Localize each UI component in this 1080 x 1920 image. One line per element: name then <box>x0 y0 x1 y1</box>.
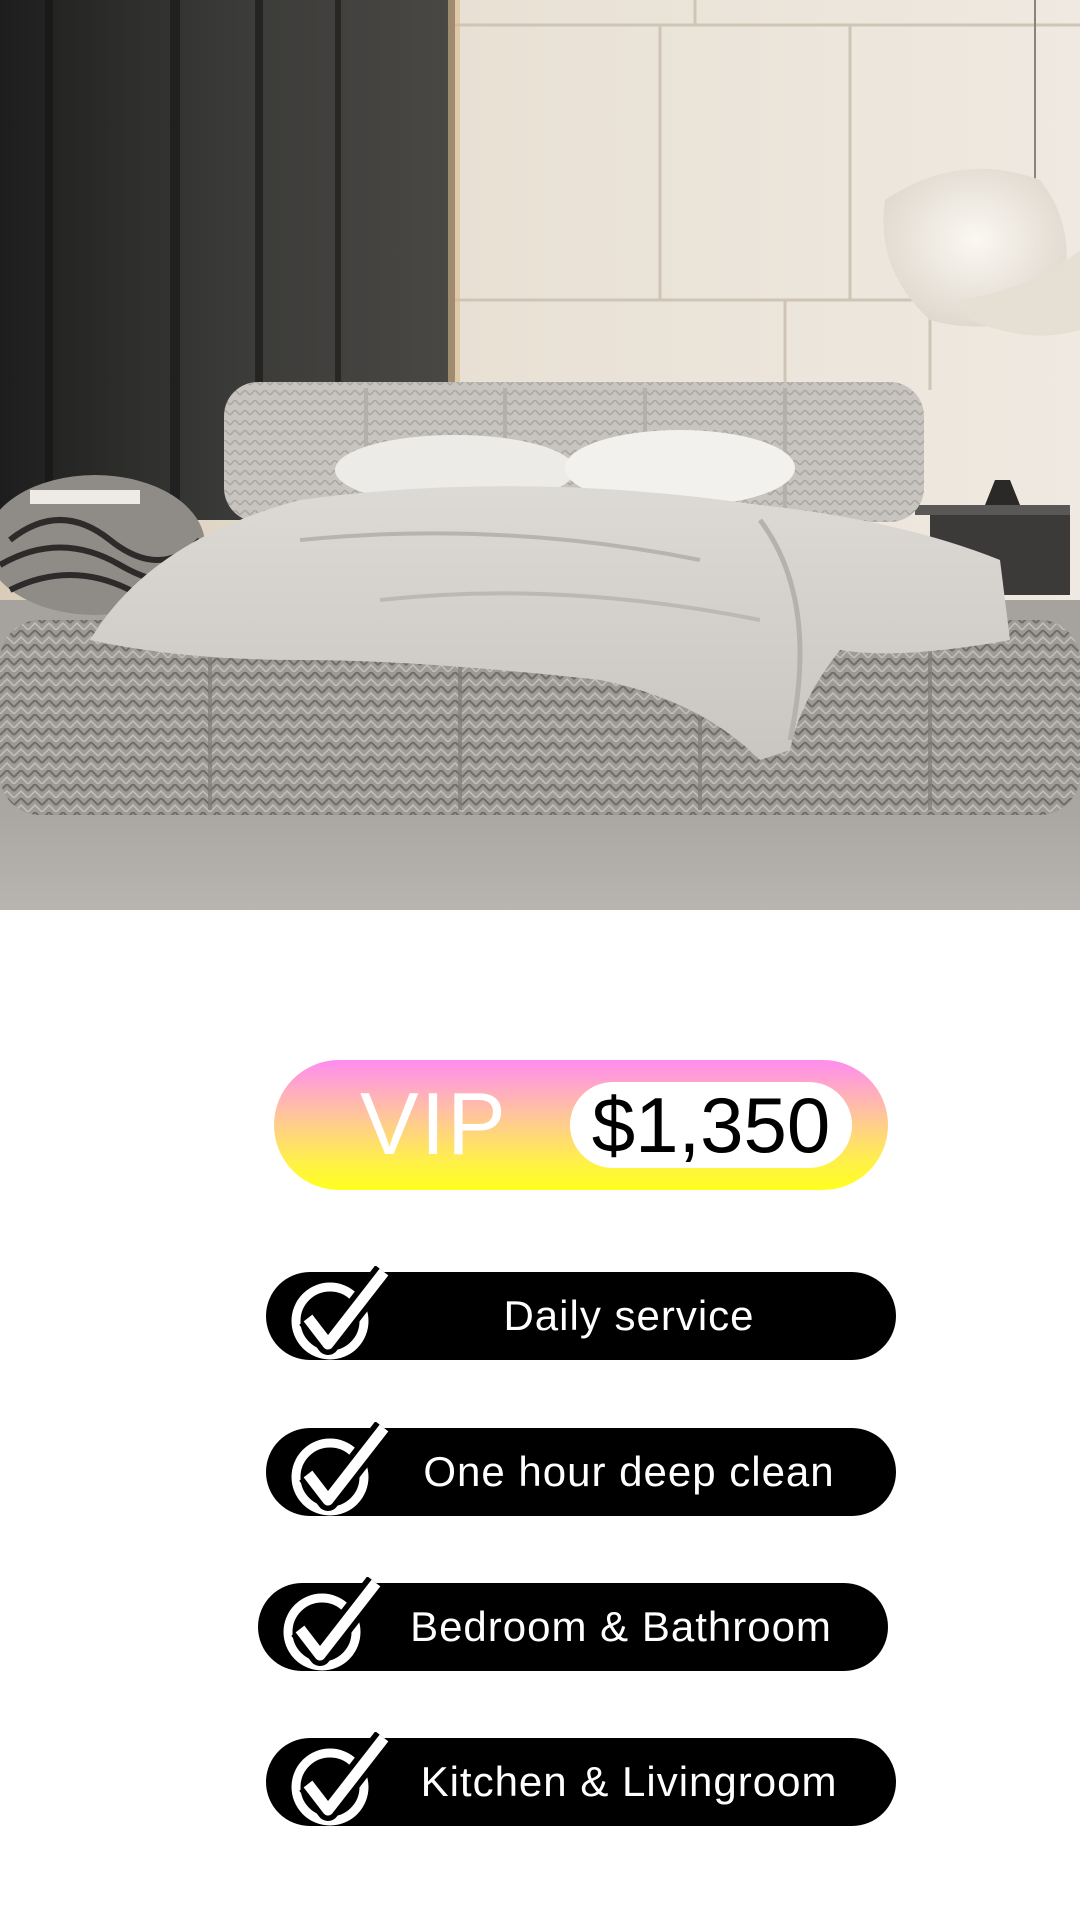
feature-item-deep-clean: One hour deep clean <box>266 1422 896 1516</box>
check-icon <box>283 1577 382 1671</box>
feature-label: One hour deep clean <box>423 1448 835 1495</box>
vip-plan-pill: VIP $1,350 <box>274 1060 888 1190</box>
feature-item-kitchen-livingroom: Kitchen & Livingroom <box>266 1732 896 1826</box>
check-icon <box>291 1422 390 1516</box>
feature-item-daily-service: Daily service <box>266 1266 896 1360</box>
feature-item-bedroom-bathroom: Bedroom & Bathroom <box>258 1577 888 1671</box>
check-icon <box>291 1732 390 1826</box>
check-icon <box>291 1266 390 1360</box>
feature-label: Daily service <box>503 1292 755 1339</box>
plan-price: $1,350 <box>570 1082 852 1168</box>
feature-label: Bedroom & Bathroom <box>410 1603 832 1650</box>
hero-bedroom-image <box>0 0 1080 910</box>
feature-label: Kitchen & Livingroom <box>420 1758 838 1805</box>
plan-name: VIP <box>360 1074 508 1173</box>
